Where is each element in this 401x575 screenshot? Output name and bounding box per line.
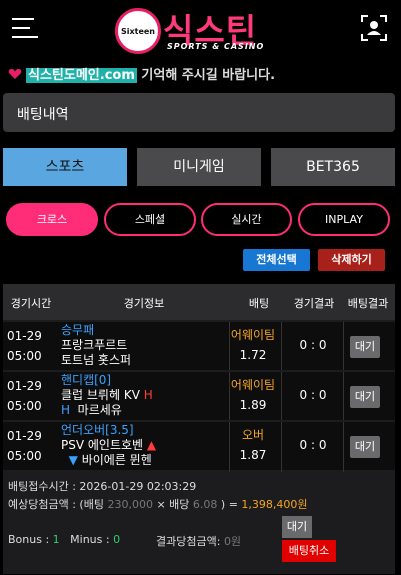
- home-team: 클럽 브뤼헤 KV: [61, 388, 140, 402]
- header-bet-result: 배팅결과: [347, 297, 389, 310]
- home-line: 클럽 브뤼헤 KV H: [61, 388, 153, 403]
- bet-type: 승무패: [61, 323, 95, 337]
- match-info: 언더오버[3.5] PSV 에인트호벤 ▲ ▼ 바이에른 뮌헨: [61, 423, 156, 468]
- bet-time-label: 배팅접수시간 :: [8, 480, 80, 493]
- user-profile-icon[interactable]: [361, 15, 387, 41]
- match-score: 0 : 0: [299, 388, 327, 402]
- up-arrow-icon: ▲: [146, 438, 157, 452]
- match-score: 0 : 0: [299, 338, 327, 352]
- match-time: 01-29 05:00: [7, 376, 42, 416]
- table-row: 01-29 05:00 언더오버[3.5] PSV 에인트호벤 ▲ ▼ 바이에른…: [3, 420, 395, 472]
- bet-time: 2026-01-29 02:03:29: [79, 480, 197, 493]
- cancel-bet-button[interactable]: 배팅취소: [282, 540, 336, 562]
- delete-button[interactable]: 삭제하기: [318, 249, 385, 271]
- table-row: 01-29 05:00 핸디캡[0] 클럽 브뤼헤 KV H H 마르세유 어웨…: [3, 370, 395, 422]
- notice-text: 기억해 주시길 바랍니다.: [136, 68, 276, 83]
- bet-pick: 오버: [241, 428, 265, 442]
- app-header: Sixteen 식스틴 SPORTS & CASINO: [0, 0, 401, 58]
- page-title-bar: 배팅내역: [3, 93, 395, 132]
- tab-sports[interactable]: 스포츠: [3, 148, 127, 186]
- page-title: 배팅내역: [17, 107, 69, 123]
- header-match-time: 경기시간: [10, 297, 52, 310]
- bet-amount: 230,000: [107, 498, 153, 511]
- menu-icon[interactable]: [12, 18, 38, 38]
- status-badge: 대기: [350, 436, 380, 458]
- away-team: 마르세유: [77, 403, 122, 417]
- match-hour: 05:00: [7, 399, 42, 413]
- filter-cross[interactable]: 크로스: [6, 203, 98, 236]
- expected-win-line: 예상당첨금액 : (배팅 230,000 × 배당 6.08 ) = 1,398…: [8, 496, 308, 512]
- away-team: 바이에른 뮌헨: [81, 453, 152, 467]
- bonus-line: Bonus : 1 Minus : 0: [8, 533, 120, 546]
- bet-odds: 1.89: [239, 398, 267, 412]
- match-hour: 05:00: [7, 449, 42, 463]
- total-odds: 6.08: [192, 498, 218, 511]
- tab-bet365[interactable]: BET365: [271, 148, 395, 186]
- home-team: 프랑크푸르트: [61, 338, 128, 352]
- down-arrow-icon: ▼: [68, 453, 78, 467]
- match-time: 01-29 05:00: [7, 426, 42, 466]
- minus-value: 0: [113, 533, 121, 546]
- site-logo[interactable]: Sixteen 식스틴 SPORTS & CASINO: [115, 8, 285, 56]
- match-date: 01-29: [7, 379, 42, 393]
- tab-minigame[interactable]: 미니게임: [137, 148, 261, 186]
- match-date: 01-29: [7, 329, 42, 343]
- status-badge: 대기: [350, 336, 380, 358]
- result-line: 결과당첨금액: 0원: [156, 533, 241, 549]
- bet-summary: 배팅접수시간 : 2026-01-29 02:03:29 예상당첨금액 : (배…: [3, 474, 395, 574]
- select-all-button[interactable]: 전체선택: [243, 249, 310, 271]
- bonus-value: 1: [52, 533, 60, 546]
- away-team: 토트넘 홋스퍼: [61, 353, 132, 367]
- bet-odds: 1.87: [239, 448, 267, 462]
- logo-badge-text: Sixteen: [120, 27, 156, 36]
- match-date: 01-29: [7, 429, 42, 443]
- match-score: 0 : 0: [299, 438, 327, 452]
- minus-label: Minus :: [70, 533, 114, 546]
- bet-pick: 어웨이팀: [230, 378, 276, 392]
- result-value: 0원: [223, 535, 242, 548]
- logo-subtitle: SPORTS & CASINO: [167, 42, 265, 51]
- handicap-marker: H: [143, 388, 153, 402]
- bet-pick: 어웨이팀: [230, 328, 276, 342]
- handicap-marker: H: [61, 403, 71, 417]
- header-match-result: 경기결과: [293, 297, 335, 310]
- result-label: 결과당첨금액:: [156, 535, 224, 548]
- match-time: 01-29 05:00: [7, 326, 42, 366]
- bet-type: 핸디캡[0]: [61, 373, 112, 387]
- header-match-info: 경기정보: [123, 297, 165, 310]
- match-hour: 05:00: [7, 349, 42, 363]
- expected-amount: 1,398,400원: [241, 498, 308, 511]
- logo-badge: Sixteen: [115, 8, 161, 54]
- match-info: 승무패 프랑크푸르트 토트넘 홋스퍼: [61, 323, 131, 368]
- table-row: 01-29 05:00 승무패 프랑크푸르트 토트넘 홋스퍼 어웨이팀 1.72…: [3, 320, 395, 372]
- table-header: 경기시간 경기정보 배팅 경기결과 배팅결과: [3, 284, 395, 320]
- match-info: 핸디캡[0] 클럽 브뤼헤 KV H H 마르세유: [61, 373, 153, 418]
- filter-live[interactable]: 실시간: [201, 203, 292, 236]
- domain-notice: 식스틴도메인.com 기억해 주시길 바랍니다.: [8, 64, 398, 83]
- bet-time-line: 배팅접수시간 : 2026-01-29 02:03:29: [8, 478, 196, 494]
- heart-icon: [8, 69, 22, 79]
- header-bet: 배팅: [248, 297, 270, 310]
- expected-label: 예상당첨금액 : (배팅: [8, 498, 108, 511]
- equals-label: ) =: [217, 498, 242, 511]
- summary-status-badge: 대기: [282, 516, 312, 538]
- home-team: PSV 에인트호벤: [61, 438, 144, 452]
- filter-inplay[interactable]: INPLAY: [298, 203, 390, 236]
- bet-history-table: 경기시간 경기정보 배팅 경기결과 배팅결과 01-29 05:00 승무패 프…: [3, 284, 395, 574]
- bet-type: 언더오버[3.5]: [61, 423, 134, 437]
- filter-special[interactable]: 스페셜: [104, 203, 196, 236]
- bet-odds: 1.72: [239, 348, 267, 362]
- bonus-label: Bonus :: [8, 533, 53, 546]
- times-label: × 배당: [152, 498, 193, 511]
- domain-link[interactable]: 식스틴도메인.com: [26, 68, 137, 83]
- status-badge: 대기: [350, 386, 380, 408]
- away-line: H 마르세유: [61, 403, 153, 418]
- away-line: ▼ 바이에른 뮌헨: [61, 453, 156, 468]
- home-line: PSV 에인트호벤 ▲: [61, 438, 156, 453]
